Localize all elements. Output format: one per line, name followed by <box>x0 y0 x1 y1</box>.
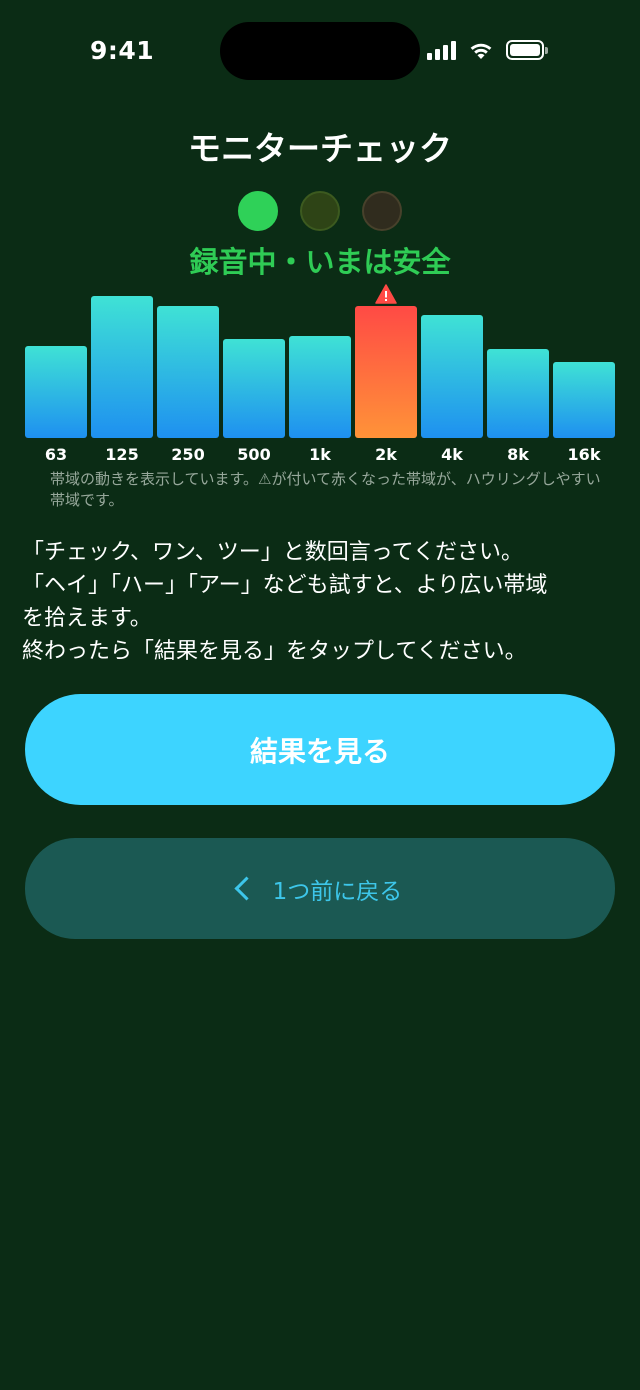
bar-63: 63 <box>25 346 87 464</box>
bar-125: 125 <box>91 296 153 464</box>
status-bar: 9:41 <box>0 0 640 100</box>
bar-fill <box>421 315 483 438</box>
warning-icon <box>375 284 397 304</box>
status-time: 9:41 <box>90 36 155 65</box>
bar-label: 2k <box>375 445 397 464</box>
battery-icon <box>506 40 548 60</box>
bar-250: 250 <box>157 306 219 464</box>
back-label: 1つ前に戻る <box>272 878 403 905</box>
bar-fill <box>355 306 417 438</box>
wifi-icon <box>470 43 492 59</box>
bar-fill <box>553 362 615 438</box>
bar-4k: 4k <box>421 315 483 464</box>
bar-16k: 16k <box>553 362 615 464</box>
bar-fill <box>289 336 351 438</box>
bar-label: 8k <box>507 445 529 464</box>
chart-caption: 帯域の動きを表示しています。⚠が付いて赤くなった帯域が、ハウリングしやすい帯域で… <box>50 470 601 509</box>
chevron-left-icon <box>234 876 259 901</box>
bar-label: 500 <box>237 445 271 464</box>
bar-label: 1k <box>309 445 331 464</box>
bar-label: 4k <box>441 445 463 464</box>
bar-2k: 2k <box>355 284 417 464</box>
bar-500: 500 <box>223 339 285 464</box>
view-results-label: 結果を見る <box>249 734 390 768</box>
bar-fill <box>25 346 87 438</box>
back-button[interactable]: 1つ前に戻る <box>25 838 615 939</box>
bar-fill <box>487 349 549 438</box>
instructions-text: 「チェック、ワン、ツー」と数回言ってください。 「ヘイ」「ハー」「アー」なども試… <box>22 540 548 664</box>
progress-dots <box>0 191 640 231</box>
recording-status: 録音中・いまは安全 <box>189 245 451 279</box>
progress-dot-2 <box>300 191 340 231</box>
bar-label: 16k <box>567 445 601 464</box>
cellular-signal-icon <box>427 40 456 60</box>
dynamic-island <box>220 22 420 80</box>
bar-fill <box>157 306 219 438</box>
page-title: モニターチェック <box>188 129 452 168</box>
bar-label: 125 <box>105 445 139 464</box>
view-results-button[interactable]: 結果を見る <box>25 694 615 805</box>
bar-fill <box>223 339 285 438</box>
frequency-bar-chart: 63 125 250 500 1k 2k 4k 8k 16k <box>25 280 615 464</box>
status-icons <box>427 40 548 60</box>
bar-label: 250 <box>171 445 205 464</box>
bar-1k: 1k <box>289 336 351 464</box>
bar-fill <box>91 296 153 438</box>
progress-dot-1 <box>238 191 278 231</box>
bar-label: 63 <box>44 445 68 464</box>
progress-dot-3 <box>362 191 402 231</box>
bar-8k: 8k <box>487 349 549 464</box>
